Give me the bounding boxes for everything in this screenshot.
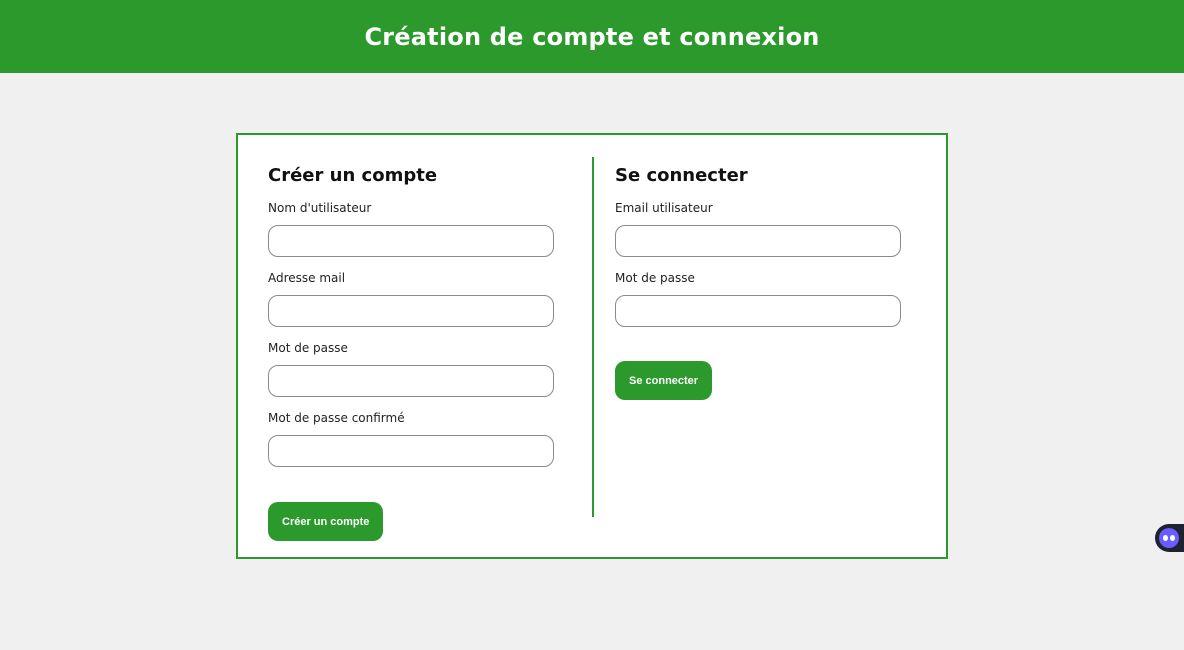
username-label: Nom d'utilisateur — [268, 201, 372, 215]
login-password-label: Mot de passe — [615, 271, 695, 285]
assistant-bot-icon — [1159, 528, 1179, 548]
email-input[interactable] — [268, 295, 554, 327]
password-label: Mot de passe — [268, 341, 348, 355]
create-account-button[interactable]: Créer un compte — [268, 502, 384, 541]
password-confirm-label: Mot de passe confirmé — [268, 411, 405, 425]
assistant-widget[interactable] — [1155, 524, 1184, 552]
login-email-label: Email utilisateur — [615, 201, 713, 215]
password-confirm-input[interactable] — [268, 435, 554, 467]
page-header: Création de compte et connexion — [0, 0, 1184, 73]
account-card: Créer un compte Nom d'utilisateur Adress… — [236, 133, 948, 559]
login-email-input[interactable] — [615, 225, 901, 257]
email-label: Adresse mail — [268, 271, 346, 285]
login-button[interactable]: Se connecter — [615, 361, 713, 400]
register-title: Créer un compte — [268, 165, 438, 186]
login-title: Se connecter — [615, 165, 748, 186]
section-divider — [592, 157, 594, 517]
login-password-input[interactable] — [615, 295, 901, 327]
username-input[interactable] — [268, 225, 554, 257]
password-input[interactable] — [268, 365, 554, 397]
page-title: Création de compte et connexion — [364, 22, 820, 51]
